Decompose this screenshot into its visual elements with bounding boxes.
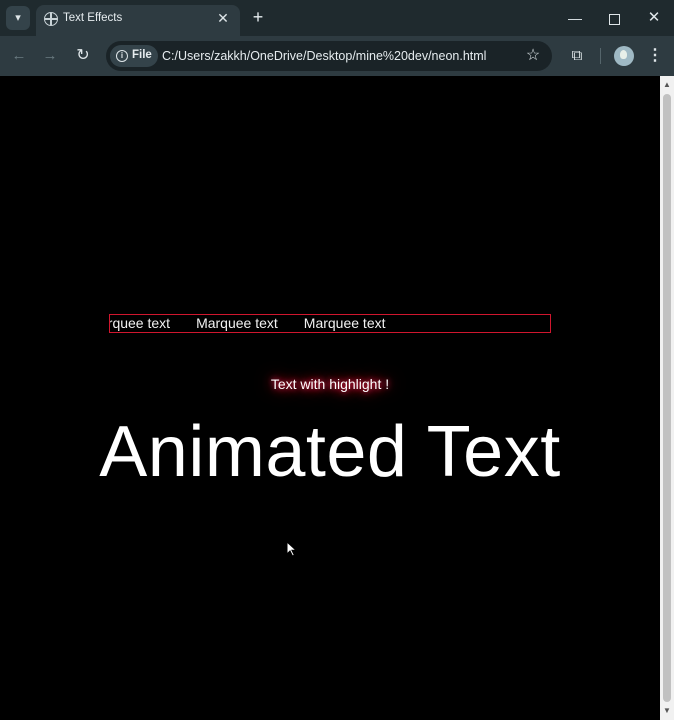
- marquee-item: arquee text: [109, 315, 171, 331]
- tab-text-effects[interactable]: Text Effects ✕: [36, 5, 240, 36]
- marquee-item: Marquee text: [303, 315, 386, 331]
- maximize-button[interactable]: [599, 6, 629, 30]
- forward-button[interactable]: →: [38, 44, 62, 68]
- info-icon: i: [116, 50, 128, 62]
- animated-text-heading: Animated Text: [99, 412, 561, 492]
- tab-strip: ▾ Text Effects ✕ + — ✕: [0, 0, 674, 36]
- address-bar[interactable]: i File C:/Users/zakkh/OneDrive/Desktop/m…: [106, 41, 552, 71]
- mouse-cursor-icon: [286, 541, 298, 557]
- marquee-box: arquee text Marquee text Marquee text: [109, 314, 551, 333]
- bookmark-star-icon[interactable]: ☆: [522, 45, 544, 67]
- tab-title: Text Effects: [63, 12, 123, 24]
- scroll-up-arrow-icon[interactable]: ▲: [660, 78, 674, 92]
- tab-close-icon[interactable]: ✕: [214, 9, 232, 27]
- extensions-icon[interactable]: ⧉: [566, 45, 588, 67]
- chevron-down-icon: ▾: [15, 12, 21, 24]
- browser-menu-icon[interactable]: ⋮: [645, 45, 665, 67]
- tab-search-button[interactable]: ▾: [6, 6, 30, 30]
- reload-button[interactable]: ↻: [71, 44, 95, 68]
- url-text[interactable]: C:/Users/zakkh/OneDrive/Desktop/mine%20d…: [162, 49, 486, 63]
- scrollbar-thumb[interactable]: [663, 94, 671, 702]
- globe-icon: [44, 12, 58, 26]
- vertical-scrollbar[interactable]: ▲ ▼: [660, 76, 674, 720]
- toolbar-divider: [600, 48, 601, 64]
- site-info-chip[interactable]: i File: [110, 45, 158, 67]
- back-button[interactable]: ←: [7, 44, 31, 68]
- close-window-button[interactable]: ✕: [639, 6, 669, 30]
- browser-toolbar: ← → ↻ i File C:/Users/zakkh/OneDrive/Des…: [0, 36, 674, 76]
- highlight-text: Text with highlight !: [270, 376, 390, 392]
- profile-avatar[interactable]: [614, 46, 634, 66]
- maximize-icon: [608, 13, 620, 25]
- scroll-down-arrow-icon[interactable]: ▼: [660, 704, 674, 718]
- new-tab-button[interactable]: +: [248, 7, 268, 27]
- marquee-track: arquee text Marquee text Marquee text: [110, 315, 412, 332]
- minimize-button[interactable]: —: [560, 6, 590, 30]
- page-viewport: arquee text Marquee text Marquee text Text…: [0, 76, 660, 720]
- site-info-label: File: [132, 49, 152, 61]
- marquee-item: Marquee text: [196, 315, 278, 331]
